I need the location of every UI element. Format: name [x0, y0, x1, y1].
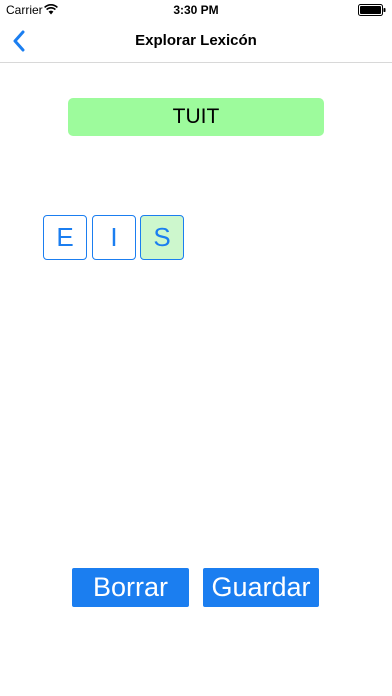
page-title: Explorar Lexicón: [135, 32, 257, 49]
clock-time: 3:30 PM: [173, 3, 219, 17]
navigation-bar: Explorar Lexicón: [0, 20, 392, 63]
current-word-banner: TUIT: [68, 98, 324, 136]
battery-icon: [358, 4, 386, 16]
status-bar: Carrier 3:30 PM: [0, 0, 392, 20]
clear-button[interactable]: Borrar: [72, 568, 189, 607]
letter-tile-s[interactable]: S: [140, 215, 184, 260]
letter-tile-e[interactable]: E: [43, 215, 87, 260]
letter-tile-i[interactable]: I: [92, 215, 136, 260]
save-button[interactable]: Guardar: [203, 568, 319, 607]
